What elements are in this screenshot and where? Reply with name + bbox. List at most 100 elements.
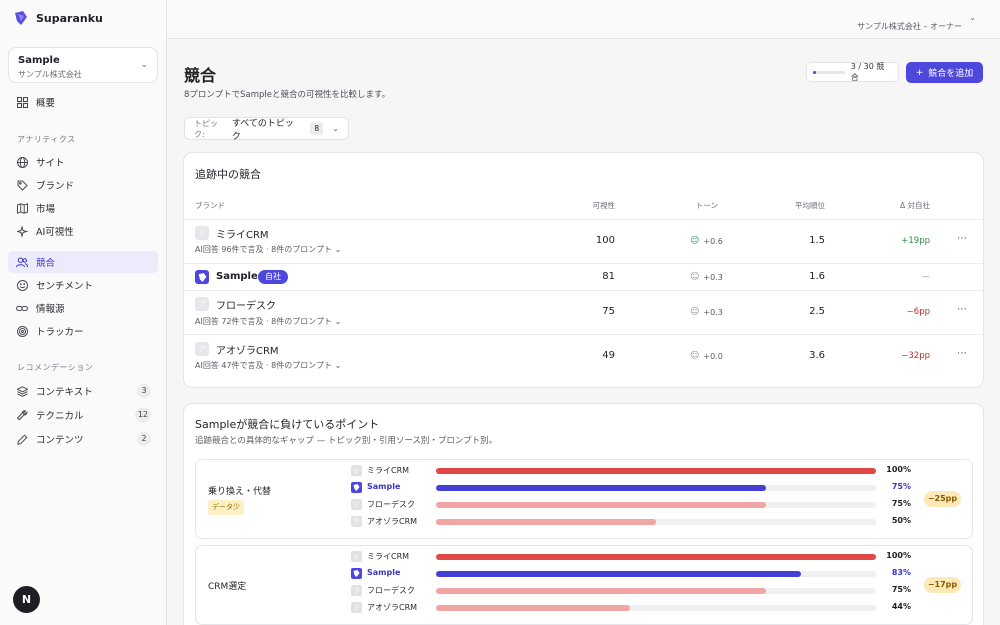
- own-brand-logo-icon: [195, 270, 209, 284]
- users-icon: [16, 256, 28, 268]
- globe-icon: [16, 156, 28, 168]
- gap-group[interactable]: CRM選定 ミミライCRM 100% Sample 83% フフローデスク 75% アアオゾ…: [195, 545, 973, 625]
- low-data-badge: データ少: [208, 500, 244, 515]
- bar-label: アオゾラCRM: [367, 517, 418, 526]
- link-icon: [16, 302, 28, 314]
- section-recommendations: レコメンデーション: [17, 363, 94, 372]
- visibility-value: 100: [595, 235, 615, 246]
- workspace-switcher[interactable]: Sample サンプル株式会社 ⌄: [8, 47, 158, 83]
- nav-technical[interactable]: テクニカル 12: [8, 404, 158, 426]
- user-role[interactable]: サンプル株式会社 – オーナー: [857, 21, 962, 32]
- topic-filter[interactable]: トピック: すべてのトピック 8 ⌄: [184, 117, 349, 142]
- delta-value: +19pp: [901, 236, 930, 246]
- bar-track: [436, 468, 876, 474]
- tone-number: +0.3: [703, 272, 723, 282]
- app-logo[interactable]: Suparanku: [14, 11, 103, 25]
- visibility-value: 49: [602, 350, 615, 361]
- nav-content-label: コンテンツ: [36, 435, 84, 446]
- nav-tracker-label: トラッカー: [36, 327, 84, 338]
- nav-sources-label: 情報源: [36, 304, 65, 315]
- table-row[interactable]: フ フローデスク AI回答 72件で言及 · 8件のプロンプト ⌄ 75 ☺ +0…: [184, 291, 983, 334]
- sidebar: Suparanku Sample サンプル株式会社 ⌄ 概要 アナリティクス サ…: [0, 0, 167, 625]
- table-row[interactable]: ア アオゾラCRM AI回答 47件で言及 · 8件のプロンプト ⌄ 49 ☺ +…: [184, 335, 983, 378]
- quota-text: 3 / 30 競合: [850, 62, 885, 82]
- brand-avatar: フ: [195, 297, 209, 311]
- bar-percent: 44%: [891, 602, 911, 611]
- rank-value: 1.6: [809, 271, 825, 282]
- tone-number: +0.0: [703, 351, 723, 361]
- add-competitor-button[interactable]: + 競合を追加: [906, 62, 983, 83]
- chevron-down-icon[interactable]: ⌄: [969, 13, 976, 22]
- visibility-value: 81: [602, 271, 615, 282]
- bar-fill: [436, 554, 876, 560]
- nav-context[interactable]: コンテキスト 3: [8, 380, 158, 402]
- bar-fill: [436, 468, 876, 474]
- plus-icon: +: [915, 67, 924, 78]
- brand-name: アオゾラCRM: [216, 346, 279, 357]
- nav-content[interactable]: コンテンツ 2: [8, 428, 158, 450]
- brand-mentions[interactable]: AI回答 47件で言及 · 8件のプロンプト ⌄: [195, 360, 341, 371]
- brand-mentions[interactable]: AI回答 96件で言及 · 8件のプロンプト ⌄: [195, 244, 341, 255]
- more-options-icon[interactable]: ⋯: [957, 304, 968, 315]
- add-competitor-label: 競合を追加: [928, 69, 974, 79]
- nav-overview-label: 概要: [36, 98, 56, 109]
- bar-label: Sample: [367, 482, 401, 491]
- col-delta: Δ 対自社: [899, 201, 930, 210]
- bar-label: フローデスク: [367, 586, 415, 595]
- rank-value: 1.5: [809, 235, 825, 246]
- nav-competitors[interactable]: 競合: [8, 251, 158, 273]
- logo-icon: [15, 11, 27, 25]
- nav-context-count: 3: [137, 384, 151, 398]
- nav-ai-visibility[interactable]: AI可視性: [8, 220, 158, 242]
- page-title: 競合: [184, 66, 217, 85]
- gap-group-name: 乗り換え・代替: [208, 487, 272, 497]
- brand-avatar: ミ: [351, 551, 362, 562]
- more-options-icon[interactable]: ⋯: [957, 348, 968, 359]
- nav-brand-label: ブランド: [36, 181, 75, 192]
- neutral-face-icon: ☺: [690, 307, 700, 317]
- nav-sources[interactable]: 情報源: [8, 297, 158, 319]
- bar-percent: 100%: [886, 551, 911, 560]
- gap-group[interactable]: 乗り換え・代替 データ少 ミミライCRM 100% Sample 75% フフローデスク…: [195, 459, 973, 539]
- chevron-down-icon: ⌄: [334, 245, 342, 254]
- bar-fill: [436, 605, 630, 611]
- topic-filter-value: すべてのトピック: [231, 118, 294, 142]
- nav-tracker[interactable]: トラッカー: [8, 320, 158, 342]
- brand-mentions-text: AI回答 96件で言及 · 8件のプロンプト: [195, 245, 333, 254]
- chevron-down-icon: ⌄: [140, 60, 148, 70]
- bar-fill: [436, 588, 766, 594]
- nav-site[interactable]: サイト: [8, 151, 158, 173]
- own-brand-logo-icon: [351, 482, 362, 493]
- table-row[interactable]: Sample 自社 81 ☺ +0.3 1.6 —: [184, 264, 983, 290]
- assistant-button[interactable]: N: [13, 586, 40, 613]
- bar-fill: [436, 571, 802, 577]
- bar-track: [436, 571, 876, 577]
- nav-market[interactable]: 市場: [8, 197, 158, 219]
- visibility-value: 75: [602, 306, 615, 317]
- brand-avatar: ミ: [195, 226, 209, 240]
- bar-label: フローデスク: [367, 500, 415, 509]
- more-options-icon[interactable]: ⋯: [957, 233, 968, 244]
- bar-row: フフローデスク 75%: [351, 584, 961, 598]
- chevron-down-icon: ⌄: [334, 317, 342, 326]
- brand-mentions[interactable]: AI回答 72件で言及 · 8件のプロンプト ⌄: [195, 316, 341, 327]
- bar-label: ミライCRM: [367, 552, 410, 561]
- brand-avatar: ア: [195, 342, 209, 356]
- nav-brand[interactable]: ブランド: [8, 174, 158, 196]
- bar-fill: [436, 519, 656, 525]
- tag-icon: [16, 179, 28, 191]
- section-analytics: アナリティクス: [17, 135, 76, 144]
- brand-name: ミライCRM: [216, 230, 269, 241]
- brand-mentions-text: AI回答 47件で言及 · 8件のプロンプト: [195, 361, 333, 370]
- delta-value: −6pp: [906, 307, 930, 317]
- wrench-icon: [16, 409, 28, 421]
- tone-number: +0.6: [703, 236, 723, 246]
- bar-track: [436, 502, 876, 508]
- nav-overview[interactable]: 概要: [8, 91, 158, 113]
- topic-filter-key: トピック:: [194, 118, 218, 139]
- quota-progress-fill: [813, 70, 817, 74]
- table-row[interactable]: ミ ミライCRM AI回答 96件で言及 · 8件のプロンプト ⌄ 100 ☺ +…: [184, 220, 983, 263]
- topbar: サンプル株式会社 – オーナー ⌄: [167, 0, 1000, 39]
- nav-sentiment[interactable]: センチメント: [8, 274, 158, 296]
- neutral-face-icon: ☺: [690, 351, 700, 361]
